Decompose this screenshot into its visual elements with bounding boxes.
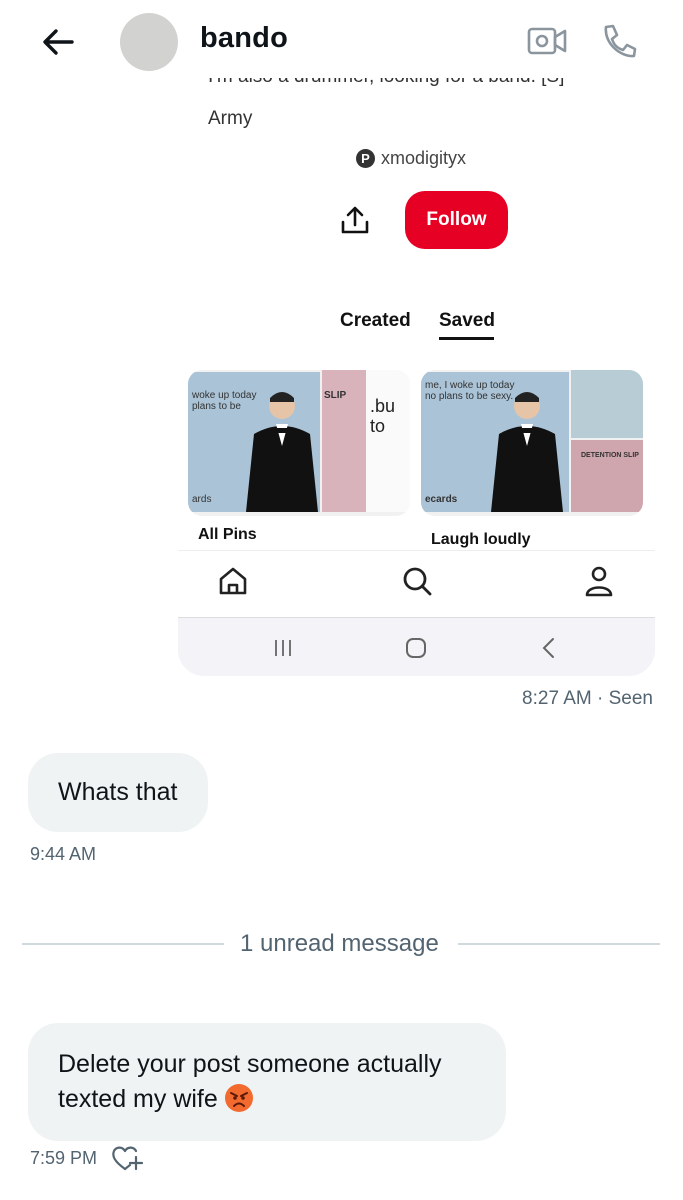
sent-status: 8:27 AM · Seen <box>522 688 653 709</box>
green-text-image <box>366 370 410 512</box>
back-icon <box>542 638 554 658</box>
share-icon <box>341 206 369 234</box>
message-bubble[interactable]: Whats that <box>28 753 208 832</box>
slip-label: DETENTION SLIP <box>581 452 639 459</box>
meme-figure-image <box>491 392 563 512</box>
pinterest-handle: P xmodigityx <box>356 148 466 169</box>
phone-icon[interactable] <box>598 22 638 62</box>
bio-line-cut: I'm also a drummer, looking for a band. … <box>208 78 564 92</box>
slip-label: SLIP <box>324 390 347 401</box>
profile-icon <box>585 566 613 597</box>
divider-line <box>22 943 224 945</box>
follow-button: Follow <box>405 191 508 249</box>
board-all-pins: woke up today plans to be ards SLIP .bu … <box>188 370 410 516</box>
search-icon <box>403 567 432 596</box>
meme-figure-image <box>246 392 318 512</box>
home-button-icon <box>406 638 426 658</box>
meme-footer: ards <box>192 494 212 505</box>
divider <box>178 550 655 551</box>
meme-footer: ecards <box>425 494 458 505</box>
angry-face-emoji <box>224 1084 253 1112</box>
pinterest-handle-text: xmodigityx <box>381 148 467 168</box>
message-time: 9:44 AM <box>30 844 97 864</box>
conversation-title[interactable]: bando <box>200 22 288 55</box>
message-bubble[interactable]: Delete your post someone actually texted… <box>28 1023 506 1141</box>
active-tab-indicator <box>439 337 494 340</box>
shared-screenshot[interactable]: I'm also a drummer, looking for a band. … <box>178 72 655 676</box>
unread-divider-label: 1 unread message <box>240 930 439 957</box>
board-label-all-pins: All Pins <box>198 526 257 543</box>
recents-icon <box>275 640 291 656</box>
back-arrow-icon[interactable] <box>38 22 78 62</box>
tab-saved: Saved <box>439 310 495 331</box>
avatar[interactable] <box>120 13 178 71</box>
board-laugh-loudly: me, I woke up today no plans to be sexy.… <box>421 370 643 516</box>
divider-line <box>458 943 660 945</box>
add-reaction-icon[interactable] <box>110 1143 144 1173</box>
message-text: Whats that <box>58 778 178 806</box>
meme-thumb-image <box>571 370 643 438</box>
home-icon <box>219 567 247 595</box>
board-label-laugh-loudly: Laugh loudly <box>431 531 531 548</box>
message-time: 7:59 PM <box>30 1148 98 1168</box>
side-text: .bu to <box>370 396 396 436</box>
bio-line: Army <box>208 108 253 129</box>
pinterest-logo-icon: P <box>356 149 375 168</box>
tab-created: Created <box>340 310 411 331</box>
video-call-icon[interactable] <box>526 23 568 59</box>
